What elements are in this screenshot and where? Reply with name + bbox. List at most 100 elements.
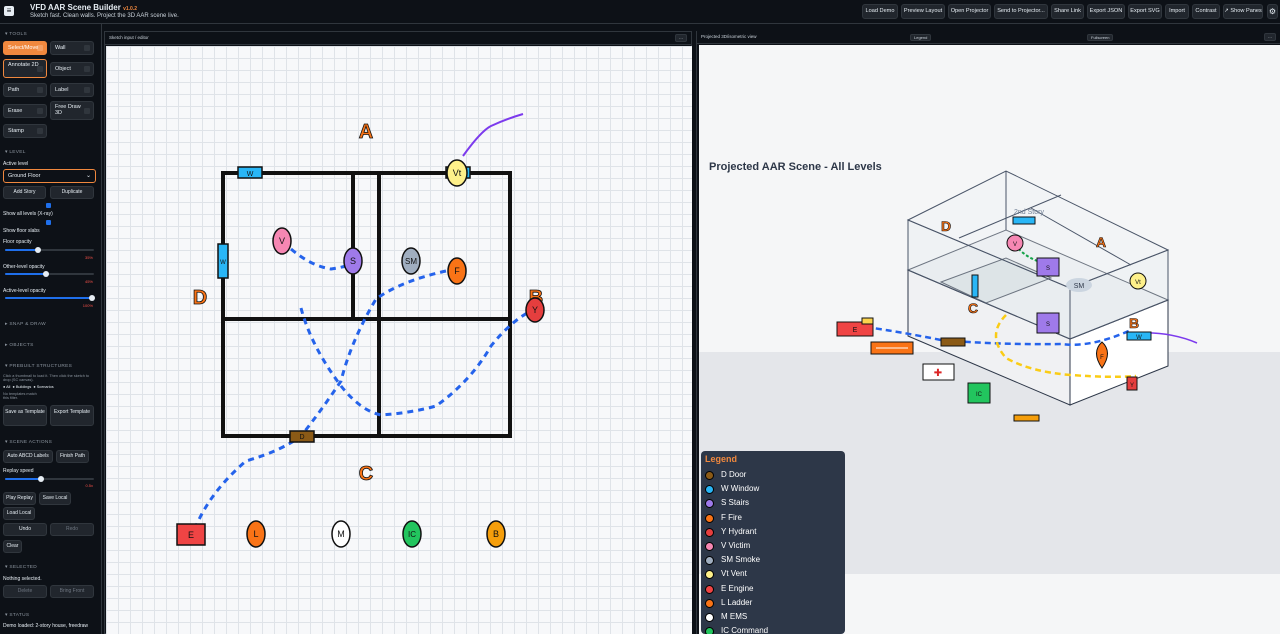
crew-path-3[interactable] bbox=[299, 307, 532, 417]
duplicate-button[interactable]: Duplicate bbox=[50, 186, 94, 199]
sketch-svg[interactable]: A B C D W W D Vt V S SM F Y E L M IC B bbox=[106, 46, 692, 634]
tool-wall[interactable]: Wall bbox=[50, 41, 94, 55]
iso-extra-door[interactable] bbox=[1013, 414, 1040, 422]
contrast-button[interactable]: Contrast bbox=[1192, 4, 1220, 19]
tool-erase[interactable]: Erase bbox=[3, 104, 47, 118]
show-panes-button[interactable]: ↗ Show Panes bbox=[1223, 4, 1263, 19]
victim-marker[interactable]: V bbox=[272, 227, 292, 255]
auto-abcd-button[interactable]: Auto ABCD Labels bbox=[3, 450, 53, 463]
tool-annotate-2d[interactable]: Annotate 2D bbox=[3, 59, 47, 78]
tool-object[interactable]: Object bbox=[50, 62, 94, 76]
iso-window-side[interactable] bbox=[971, 274, 979, 298]
side-label-c[interactable]: C bbox=[358, 463, 373, 486]
filter-buildings[interactable]: ● Buildings bbox=[13, 385, 32, 389]
hydrant-marker[interactable]: Y bbox=[525, 297, 545, 323]
freedraw-stroke[interactable] bbox=[462, 113, 524, 157]
status-text: Demo loaded: 2-story house, freedraw bbox=[3, 623, 89, 629]
iso-label-c[interactable]: C bbox=[968, 300, 979, 317]
ladder-unit[interactable]: L bbox=[246, 520, 266, 548]
projection-menu-button[interactable]: ... bbox=[1264, 33, 1276, 41]
delete-button[interactable]: Delete bbox=[3, 585, 47, 598]
settings-gear-icon[interactable]: ⚙ bbox=[1267, 4, 1278, 19]
play-replay-button[interactable]: Play Replay bbox=[3, 492, 36, 505]
legend-toggle-button[interactable]: Legend bbox=[910, 34, 932, 41]
iso-hydrant-marker[interactable]: Y bbox=[1126, 376, 1138, 391]
load-demo-button[interactable]: Load Demo bbox=[862, 4, 898, 19]
iso-label-a[interactable]: A bbox=[1096, 234, 1107, 251]
iso-stairs-upper[interactable]: S bbox=[1036, 257, 1060, 277]
save-local-button[interactable]: Save Local bbox=[39, 492, 71, 505]
active-level-select[interactable]: Ground Floor ⌄ bbox=[3, 169, 96, 183]
door-marker-bottom[interactable]: D bbox=[289, 430, 315, 443]
iso-ladder-unit[interactable] bbox=[870, 341, 914, 355]
iso-window-upper[interactable] bbox=[1012, 216, 1036, 225]
preview-layout-button[interactable]: Preview Layout bbox=[901, 4, 945, 19]
engine-unit[interactable]: E bbox=[176, 523, 206, 546]
floorplan-walls[interactable] bbox=[221, 171, 512, 438]
iso-victim-marker[interactable]: V bbox=[1006, 234, 1024, 252]
side-label-d[interactable]: D bbox=[192, 287, 207, 310]
clear-button[interactable]: Clear bbox=[3, 540, 22, 553]
tool-path[interactable]: Path bbox=[3, 83, 47, 97]
menu-icon[interactable]: ≡ bbox=[4, 6, 14, 16]
legend-swatch-icon bbox=[705, 598, 714, 608]
sketch-panel-menu-button[interactable]: ... bbox=[675, 34, 687, 42]
fullscreen-button[interactable]: Fullscreen bbox=[1087, 34, 1114, 41]
open-projector-button[interactable]: Open Projector bbox=[948, 4, 991, 19]
iso-smoke-marker[interactable]: SM bbox=[1066, 278, 1092, 292]
crew-path-2[interactable] bbox=[194, 269, 447, 527]
iso-door-marker[interactable] bbox=[940, 337, 966, 347]
share-link-button[interactable]: Share Link bbox=[1051, 4, 1084, 19]
redo-button[interactable]: Redo bbox=[50, 523, 94, 536]
second-story-label: 2nd Story bbox=[1014, 209, 1044, 216]
command-unit[interactable]: IC bbox=[402, 520, 422, 548]
iso-command-unit[interactable]: IC bbox=[967, 382, 991, 404]
bring-front-button[interactable]: Bring Front bbox=[50, 585, 94, 598]
fire-marker[interactable]: F bbox=[447, 257, 467, 285]
b-unit[interactable]: B bbox=[486, 520, 506, 548]
floor-opacity-label: Floor opacity bbox=[3, 239, 32, 245]
floor-opacity-slider[interactable] bbox=[5, 247, 94, 253]
add-story-button[interactable]: Add Story bbox=[3, 186, 46, 199]
stairs-marker[interactable]: S bbox=[343, 247, 363, 275]
send-to-projector-button[interactable]: Send to Projector... bbox=[994, 4, 1048, 19]
show-all-levels-checkbox[interactable] bbox=[46, 203, 51, 208]
tool-free-draw-3d[interactable]: Free Draw 3D bbox=[50, 101, 94, 120]
iso-label-d[interactable]: D bbox=[941, 218, 952, 235]
tool-stamp[interactable]: Stamp bbox=[3, 124, 47, 138]
tool-select-move[interactable]: Select/Move bbox=[3, 41, 47, 55]
save-template-button[interactable]: Save as Template bbox=[3, 405, 47, 426]
iso-stairs-lower[interactable]: S bbox=[1036, 312, 1060, 334]
vent-marker[interactable]: Vt bbox=[446, 159, 468, 187]
active-level-opacity-slider[interactable] bbox=[5, 295, 95, 301]
snap-draw-heading[interactable]: ▸ SNAP & DRAW bbox=[5, 322, 46, 327]
svg-text:E: E bbox=[853, 327, 858, 334]
filter-scenarios[interactable]: ● Scenarios bbox=[33, 385, 53, 389]
svg-text:E: E bbox=[188, 530, 194, 540]
iso-engine-unit[interactable]: E bbox=[836, 317, 874, 337]
show-floor-slabs-checkbox[interactable] bbox=[46, 220, 51, 225]
finish-path-button[interactable]: Finish Path bbox=[56, 450, 89, 463]
export-json-button[interactable]: Export JSON bbox=[1087, 4, 1125, 19]
ems-unit[interactable]: M bbox=[331, 520, 351, 548]
smoke-marker[interactable]: SM bbox=[401, 247, 421, 275]
iso-window-b[interactable]: W bbox=[1126, 331, 1152, 341]
other-level-opacity-slider[interactable] bbox=[5, 271, 94, 277]
side-label-a[interactable]: A bbox=[358, 121, 373, 144]
window-marker-left[interactable]: W bbox=[217, 243, 229, 279]
iso-vent-marker[interactable]: Vt bbox=[1129, 272, 1147, 290]
load-local-button[interactable]: Load Local bbox=[3, 507, 35, 520]
window-marker-top[interactable]: W bbox=[237, 166, 263, 179]
sketch-canvas[interactable]: A B C D W W D Vt V S SM F Y E L M IC B bbox=[106, 46, 692, 634]
iso-ems-unit[interactable]: ✚ bbox=[922, 363, 955, 381]
iso-label-b[interactable]: B bbox=[1129, 315, 1140, 332]
tool-label[interactable]: Label bbox=[50, 83, 94, 97]
objects-heading[interactable]: ▸ OBJECTS bbox=[5, 343, 34, 348]
replay-speed-slider[interactable] bbox=[5, 476, 94, 482]
export-svg-button[interactable]: Export SVG bbox=[1128, 4, 1162, 19]
legend-swatch-icon bbox=[705, 584, 714, 594]
export-template-button[interactable]: Export Template bbox=[50, 405, 94, 426]
undo-button[interactable]: Undo bbox=[3, 523, 47, 536]
import-button[interactable]: Import bbox=[1165, 4, 1189, 19]
filter-all[interactable]: ● All bbox=[3, 385, 10, 389]
